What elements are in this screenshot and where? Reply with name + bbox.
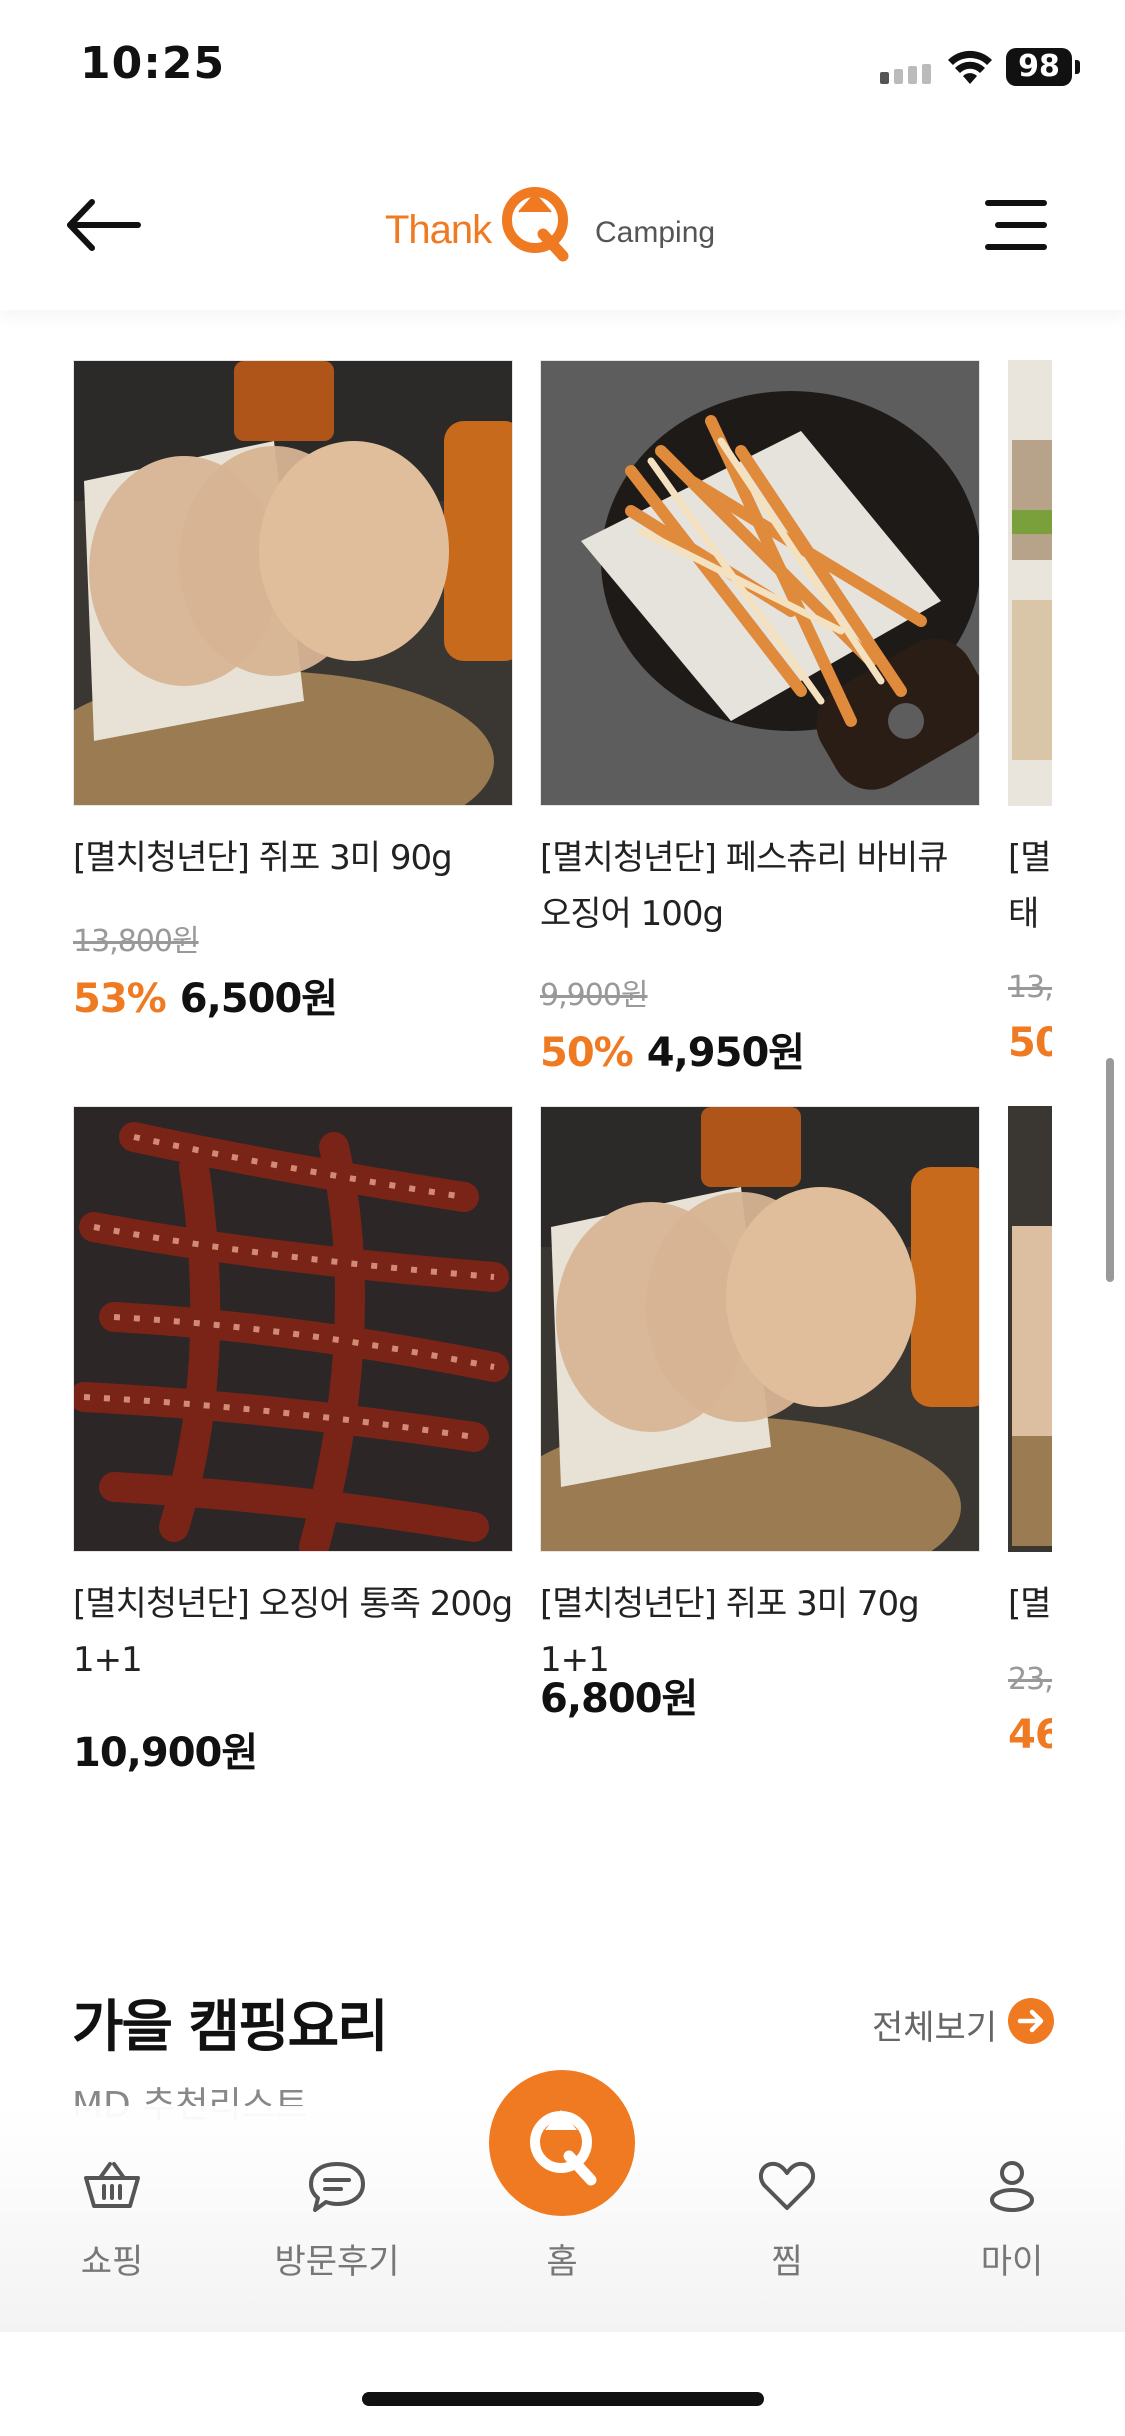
nav-label: 방문후기 xyxy=(274,2242,400,2282)
wifi-icon xyxy=(948,50,992,84)
product-image[interactable] xyxy=(73,1106,513,1552)
sale-price: 6,800원 xyxy=(540,1676,698,1722)
chat-bubble-icon xyxy=(309,2162,365,2212)
discount-rate: 50 xyxy=(1008,1020,1052,1066)
sale-price: 10,900원 xyxy=(73,1730,258,1776)
nav-item-my[interactable]: 마이 xyxy=(912,2106,1112,2332)
discount-rate: 53% xyxy=(73,976,167,1022)
price-row: 53% 6,500원 xyxy=(73,966,338,1024)
home-button[interactable] xyxy=(489,2070,635,2216)
arrow-left-icon xyxy=(67,199,141,251)
product-image xyxy=(1008,1106,1052,1552)
battery-icon: 98 xyxy=(1006,48,1072,86)
original-price: 13, xyxy=(1008,970,1052,1005)
product-image[interactable] xyxy=(73,360,513,806)
product-name[interactable]: [멸치청년단] 페스츄리 바비큐 오징어 100g xyxy=(540,830,980,942)
bbq-squid-image xyxy=(541,361,979,805)
nav-label-home: 홈 xyxy=(546,2242,578,2282)
product-card-partial[interactable]: [멸 태 13, 50 xyxy=(1008,360,1052,1080)
nav-item-reviews[interactable]: 방문후기 xyxy=(237,2106,437,2332)
nav-label: 쇼핑 xyxy=(80,2242,144,2282)
discount-rate: 46 xyxy=(1008,1712,1052,1758)
dried-filefish-image xyxy=(74,361,512,805)
product-name[interactable]: [멸치청년단] 쥐포 3미 90g xyxy=(73,830,513,886)
arrow-right-circle-icon xyxy=(1008,1998,1054,2044)
original-price: 9,900원 xyxy=(540,978,648,1013)
q-logo-icon xyxy=(502,187,569,262)
menu-button[interactable] xyxy=(985,200,1047,252)
nav-label: 찜 xyxy=(771,2242,803,2282)
status-bar: 10:25 98 xyxy=(0,0,1125,140)
logo-camping-text: Camping xyxy=(595,216,716,249)
price-row: 46 xyxy=(1008,1712,1052,1758)
sale-price: 6,500원 xyxy=(179,976,338,1022)
person-icon xyxy=(990,2161,1034,2212)
basket-icon xyxy=(84,2162,140,2208)
price-row: 50% 4,950원 xyxy=(540,1020,805,1078)
heart-icon xyxy=(758,2161,816,2210)
back-button[interactable] xyxy=(60,190,150,260)
view-all-label: 전체보기 xyxy=(872,2008,998,2048)
product-card-partial[interactable]: [멸 23, 46 xyxy=(1008,1106,1052,1786)
cellular-signal-icon xyxy=(880,64,934,84)
scrollbar[interactable] xyxy=(1106,1058,1114,1282)
screen: 10:25 98 Thank Camping [멸치청년단] 쥐포 3미 90g… xyxy=(0,0,1125,2436)
app-header: Thank Camping xyxy=(0,140,1125,310)
discount-rate: 50% xyxy=(540,1030,634,1076)
nav-item-wishlist[interactable]: 찜 xyxy=(687,2106,887,2332)
section-title: 가을 캠핑요리 xyxy=(72,1995,389,2060)
price-row: 50 xyxy=(1008,1020,1052,1066)
nav-label: 마이 xyxy=(980,2242,1044,2282)
product-name[interactable]: [멸 xyxy=(1008,1576,1052,1632)
sale-price: 4,950원 xyxy=(646,1030,805,1076)
thankq-camping-logo[interactable]: Thank Camping xyxy=(385,170,715,280)
nav-item-shopping[interactable]: 쇼핑 xyxy=(12,2106,212,2332)
status-time: 10:25 xyxy=(80,38,226,89)
dried-filefish-image xyxy=(541,1107,979,1551)
product-name[interactable]: [멸치청년단] 오징어 통족 200g 1+1 xyxy=(73,1576,513,1688)
product-name[interactable]: [멸 태 xyxy=(1008,830,1052,942)
home-indicator[interactable] xyxy=(362,2392,764,2406)
battery-tip xyxy=(1075,60,1080,74)
q-logo-icon xyxy=(530,2110,597,2186)
product-image[interactable] xyxy=(540,1106,980,1552)
original-price: 13,800원 xyxy=(73,924,200,959)
grilled-squid-legs-image xyxy=(74,1107,512,1551)
logo-thank-text: Thank xyxy=(385,208,492,252)
product-image[interactable] xyxy=(540,360,980,806)
price-row: 10,900원 xyxy=(73,1720,258,1778)
product-image xyxy=(1008,360,1052,806)
price-row: 6,800원 xyxy=(540,1666,698,1724)
original-price: 23, xyxy=(1008,1662,1052,1697)
